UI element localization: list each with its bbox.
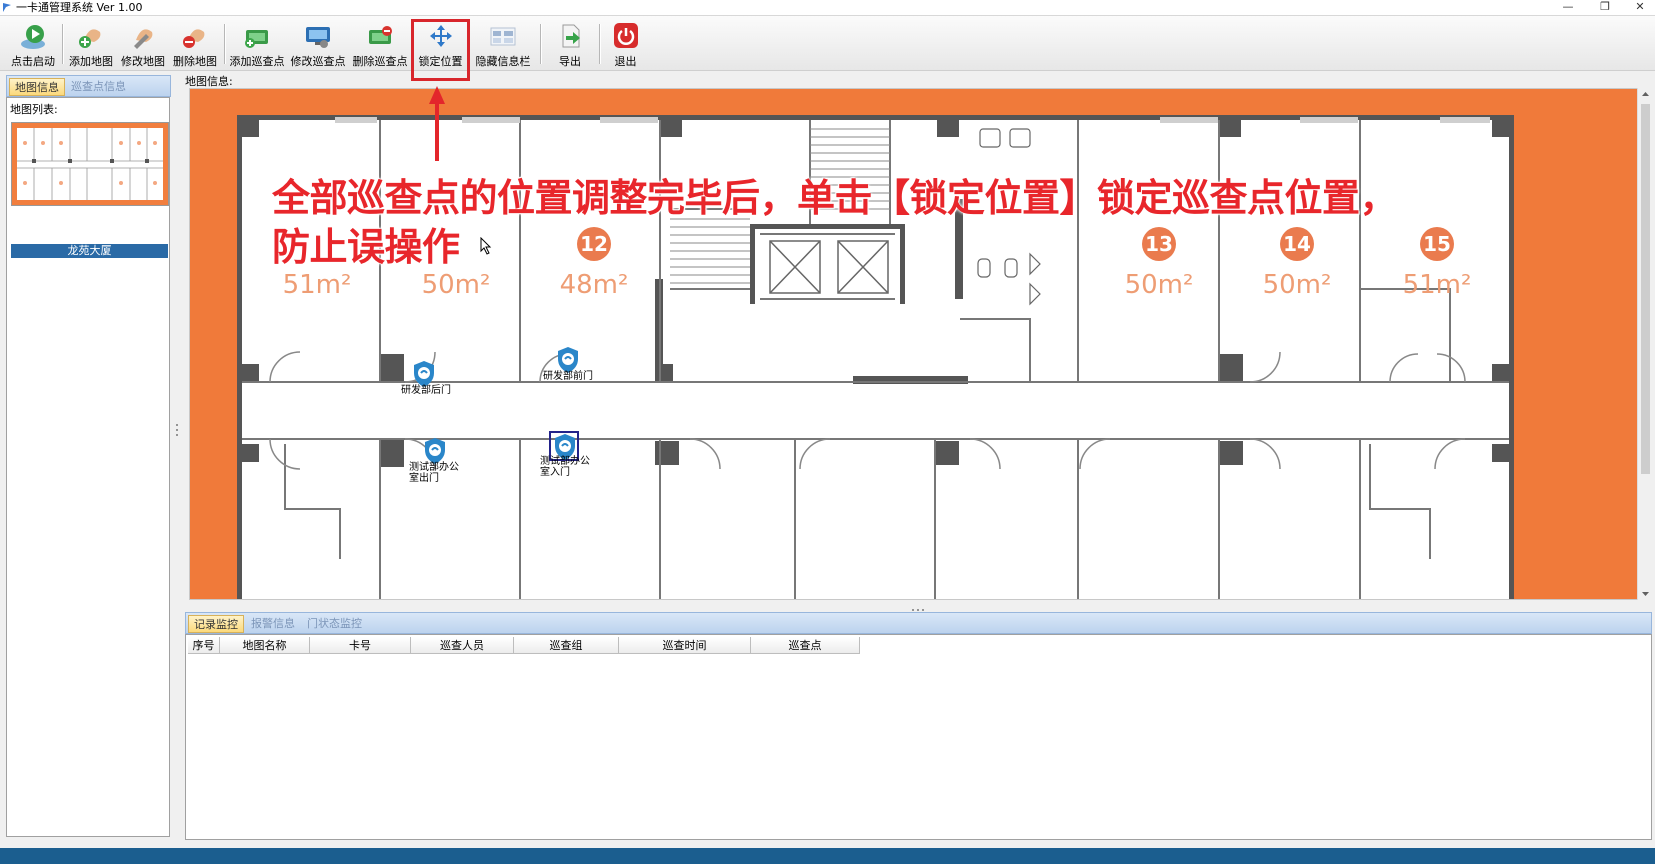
column-header[interactable]: 卡号 [310,637,411,654]
room-number: 14 [1283,232,1311,256]
column-header[interactable]: 巡查组 [514,637,619,654]
title-bar: 一卡通管理系统 Ver 1.00 — ❐ ✕ [0,0,1655,16]
column-header[interactable]: 巡查点 [751,637,860,654]
splitter-grip-icon [176,424,178,436]
map-list-item[interactable]: 龙苑大厦 [11,244,168,258]
mouse-cursor-icon [480,237,492,255]
map-thumbnail[interactable] [11,122,169,206]
tab-checkpoint-info[interactable]: 巡查点信息 [66,78,131,96]
add-map-button[interactable]: 添加地图 [66,20,116,68]
export-icon [562,24,580,48]
checkpoint-label: 研发部前门 [543,371,593,382]
checkpoint-shield-icon[interactable] [556,346,580,374]
toolbar-divider [540,24,542,64]
minimize-button[interactable]: — [1553,0,1583,15]
maximize-button[interactable]: ❐ [1590,0,1620,15]
room-number: 13 [1145,232,1173,256]
room-number: 12 [580,232,608,256]
toolbar-divider [224,24,226,64]
room-area: 48m² [560,270,629,300]
delete-checkpoint-label: 删除巡查点 [352,55,408,68]
left-panel: 地图信息 巡查点信息 地图列表: 龙苑大厦 [4,75,172,841]
room-area: 50m² [422,270,491,300]
map-list-label: 地图列表: [10,103,58,116]
left-tab-strip: 地图信息 巡查点信息 [6,75,171,97]
delete-map-label: 删除地图 [173,55,217,68]
start-icon [21,25,45,49]
room-number: 15 [1423,232,1451,256]
tab-record-monitor[interactable]: 记录监控 [188,615,244,633]
window-title: 一卡通管理系统 Ver 1.00 [16,1,143,14]
tab-door-status[interactable]: 门状态监控 [302,615,367,633]
add-checkpoint-label: 添加巡查点 [229,55,285,68]
add-checkpoint-button[interactable]: 添加巡查点 [228,20,286,68]
column-header[interactable]: 序号 [188,637,220,654]
room-area: 50m² [1263,270,1332,300]
scrollbar-arrows-icon [1641,92,1650,596]
floorplan-thumbnail-image [12,123,168,205]
status-bar [0,848,1655,864]
edit-map-button[interactable]: 修改地图 [118,20,168,68]
column-header[interactable]: 巡查时间 [619,637,751,654]
add-map-label: 添加地图 [69,55,113,68]
column-header[interactable]: 地图名称 [220,637,310,654]
delete-checkpoint-button[interactable]: 删除巡查点 [351,20,409,68]
tab-alarm-info[interactable]: 报警信息 [246,615,300,633]
exit-label: 退出 [614,55,637,68]
edit-map-icon [134,29,153,49]
column-header[interactable]: 巡查人员 [411,637,514,654]
edit-checkpoint-button[interactable]: 修改巡查点 [289,20,347,68]
map-list-panel: 地图列表: 龙苑大厦 [6,97,170,837]
checkpoint-label: 测试部办公室出门 [409,462,459,484]
checkpoint-label: 研发部后门 [401,385,451,396]
add-map-icon [79,29,101,48]
annotation-line-1: 全部巡查点的位置调整完毕后，单击【锁定位置】锁定巡查点位置， [272,176,1398,220]
map-info-label: 地图信息: [185,75,233,88]
records-table: 序号 地图名称 卡号 巡查人员 巡查组 巡查时间 巡查点 [185,634,1652,840]
close-button[interactable]: ✕ [1625,0,1655,15]
hide-info-bar-button[interactable]: 隐藏信息栏 [473,20,533,68]
horizontal-splitter[interactable] [181,603,1655,611]
annotation-arrow-icon [429,86,445,161]
start-label: 点击启动 [11,55,55,68]
toolbar-divider [599,24,601,64]
start-button[interactable]: 点击启动 [8,20,58,68]
edit-map-label: 修改地图 [121,55,165,68]
edit-checkpoint-label: 修改巡查点 [290,55,346,68]
bottom-panel: 记录监控 报警信息 门状态监控 序号 地图名称 卡号 巡查人员 巡查组 巡查时间… [185,612,1652,842]
map-canvas[interactable]: 12 13 14 15 51m² 50m² 48m² 50m² 50m² 51m… [189,88,1646,600]
room-area: 51m² [283,270,352,300]
vertical-splitter[interactable] [174,75,180,841]
bottom-tab-strip: 记录监控 报警信息 门状态监控 [185,612,1652,634]
toolbar: 点击启动 添加地图 修改地图 删除地图 添加巡查点 修改巡查点 删除巡查点 锁定… [0,16,1655,71]
checkpoint-shield-icon[interactable] [423,437,447,465]
power-icon [613,23,638,48]
export-label: 导出 [559,55,581,68]
delete-map-icon [183,29,205,48]
room-area: 50m² [1125,270,1194,300]
delete-map-button[interactable]: 删除地图 [170,20,220,68]
map-area: 地图信息: 12 13 14 15 51m² 50m² 48m² 50m² 50… [181,72,1655,602]
checkpoint-shield-icon[interactable] [412,360,436,388]
panel-icon [490,27,516,46]
annotation-line-2: 防止误操作 [272,225,460,269]
table-header: 序号 地图名称 卡号 巡查人员 巡查组 巡查时间 巡查点 [188,637,860,654]
add-checkpoint-icon [245,30,268,48]
floorplan-image: 12 13 14 15 51m² 50m² 48m² 50m² 50m² 51m… [190,89,1645,599]
checkpoint-label: 测试部办公室入门 [540,456,590,478]
map-vertical-scrollbar[interactable] [1637,88,1653,600]
edit-checkpoint-icon [306,27,330,48]
room-area: 51m² [1403,270,1472,300]
toolbar-divider [62,24,64,64]
tab-map-info[interactable]: 地图信息 [9,78,65,96]
delete-checkpoint-icon [369,26,392,44]
app-icon [3,3,11,12]
hide-info-bar-label: 隐藏信息栏 [475,55,531,68]
exit-button[interactable]: 退出 [603,20,648,68]
export-button[interactable]: 导出 [545,20,595,68]
